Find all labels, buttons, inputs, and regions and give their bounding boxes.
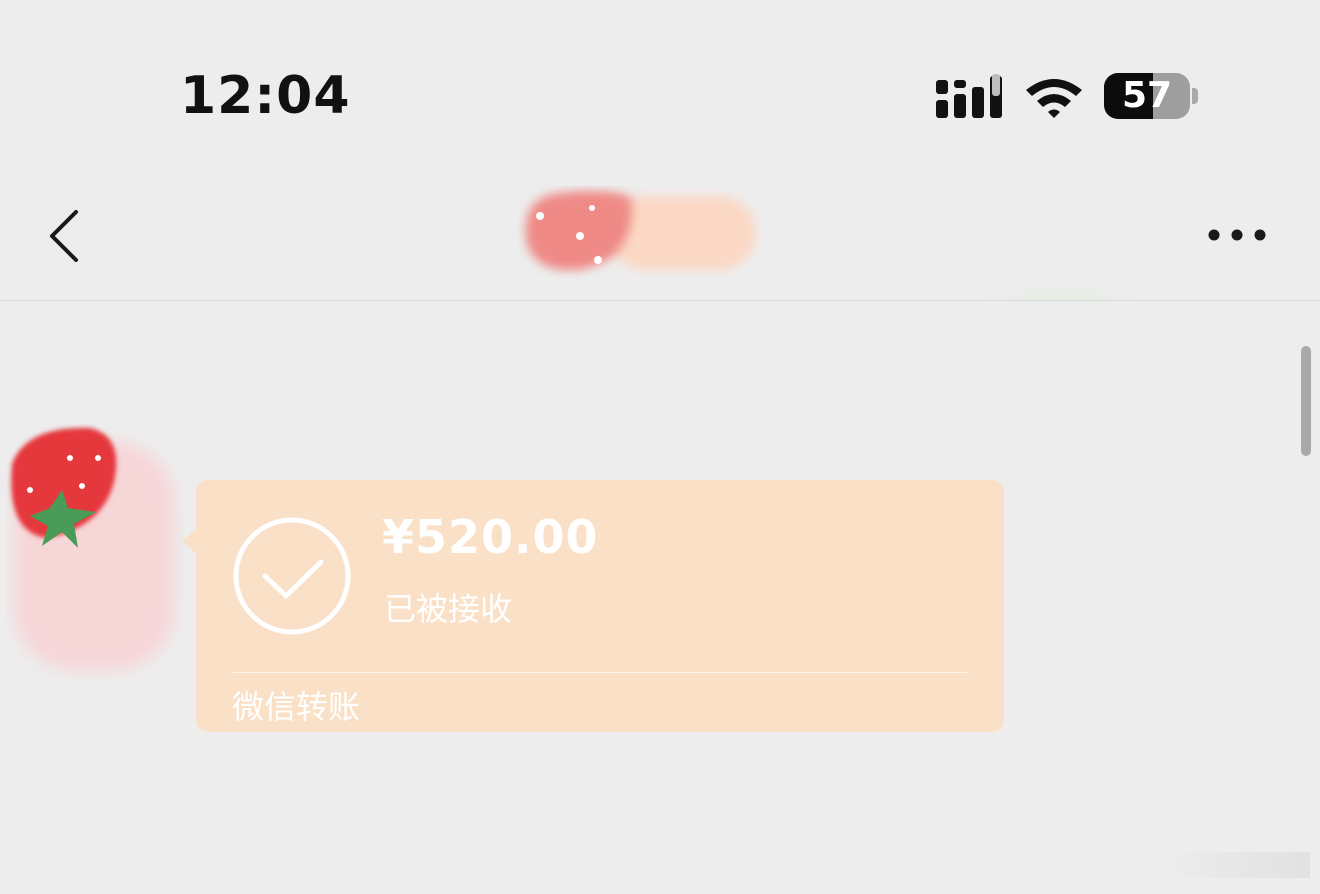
sender-avatar[interactable] [6,424,186,684]
battery-body: 57 [1104,73,1190,119]
battery-icon: 57 [1104,73,1200,121]
more-icon[interactable] [1206,222,1268,248]
transfer-card[interactable]: ¥520.00 已被接收 微信转账 [182,480,1004,732]
battery-level: 57 [1121,75,1173,116]
transfer-amount: ¥520.00 [382,510,599,564]
card-divider [232,672,968,673]
check-circle-icon [233,517,351,635]
signal-icon [936,74,1002,118]
bubble-tail [182,528,197,554]
status-bar: 12:04 57 [0,0,1320,160]
contact-avatar-icon[interactable] [518,186,762,278]
bottom-edge-shadow [1160,852,1310,878]
transfer-status: 已被接收 [384,590,513,628]
transfer-footer-label: 微信转账 [232,688,361,726]
battery-nub [1192,88,1198,104]
scrollbar[interactable] [1301,346,1311,456]
wifi-icon [1026,79,1082,118]
status-time: 12:04 [180,66,351,126]
nav-background-glow [930,280,1190,300]
back-icon[interactable] [44,206,88,266]
